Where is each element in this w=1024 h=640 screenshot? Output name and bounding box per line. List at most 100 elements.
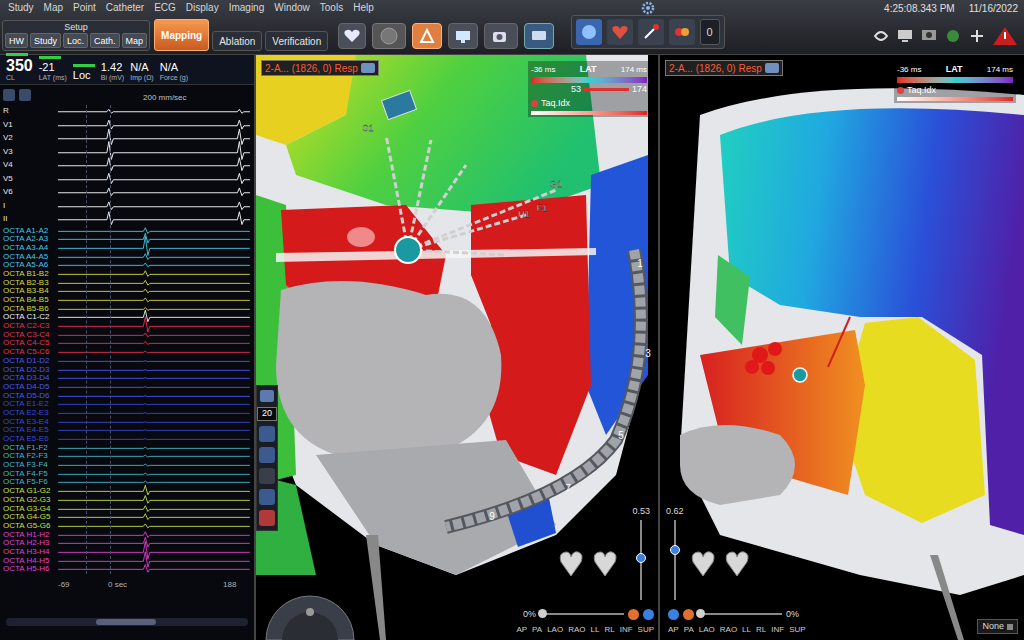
snapshot-icon[interactable]	[259, 489, 275, 505]
view-button[interactable]: LAO	[699, 624, 715, 636]
display-icon[interactable]	[920, 28, 938, 44]
color-dropdown[interactable]: None	[977, 619, 1018, 634]
menu-item[interactable]: Catheter	[106, 0, 144, 15]
menu-item[interactable]: Window	[274, 0, 310, 15]
map-selector[interactable]: 2-A... (1826, 0) Resp	[261, 60, 379, 76]
point-size-box[interactable]: 20	[257, 407, 277, 421]
setup-button[interactable]: Map	[122, 33, 148, 48]
channel-row: OCTA C5-C6	[0, 348, 254, 357]
monitor-icon[interactable]	[448, 23, 478, 49]
catheter-icon[interactable]	[638, 19, 664, 45]
view-button[interactable]: LL	[591, 624, 600, 636]
edit-icon[interactable]	[259, 447, 275, 463]
monitor-icon[interactable]	[896, 28, 914, 44]
view-button[interactable]: SUP	[638, 624, 654, 636]
color-orb-icon[interactable]	[628, 609, 639, 620]
heart-orientation-icon[interactable]	[724, 548, 750, 578]
dropdown-arrow-icon[interactable]	[1007, 624, 1013, 630]
view-button[interactable]: AP	[668, 624, 679, 636]
menu-item[interactable]: Help	[353, 0, 374, 15]
transparency-slider[interactable]: 0%	[668, 608, 799, 622]
transparency-slider[interactable]: 0%	[523, 608, 654, 622]
status-ok-icon[interactable]	[944, 28, 962, 44]
menu-item[interactable]: Map	[44, 0, 63, 15]
points-icon[interactable]	[669, 19, 695, 45]
menu-item[interactable]: Tools	[320, 0, 343, 15]
disabled-icon[interactable]	[372, 23, 406, 49]
heart-map-icon[interactable]	[607, 19, 633, 45]
map-view[interactable]: 2-A... (1826, 0) Resp-36 msLAT174 msTaq.…	[660, 55, 1024, 640]
camera-icon[interactable]	[484, 23, 518, 49]
alert-icon[interactable]	[992, 26, 1018, 46]
heart-map[interactable]	[660, 55, 1024, 640]
color-orb-icon[interactable]	[683, 609, 694, 620]
dropdown-icon[interactable]	[361, 63, 375, 73]
view-button[interactable]: RL	[756, 624, 766, 636]
messages-icon[interactable]	[524, 23, 554, 49]
workflow-tab[interactable]: Verification	[265, 31, 328, 51]
view-button[interactable]: PA	[532, 624, 542, 636]
slider-knob[interactable]	[670, 545, 680, 555]
transparency-knob[interactable]	[538, 609, 547, 618]
setup-button[interactable]: Loc.	[63, 33, 88, 48]
heart-orientation-icon[interactable]	[690, 548, 716, 578]
menu-item[interactable]: Study	[8, 0, 34, 15]
map-selector[interactable]: 2-A... (1826, 0) Resp	[665, 60, 783, 76]
view-button[interactable]: AP	[516, 624, 527, 636]
slider-track[interactable]	[640, 520, 642, 600]
slider-knob[interactable]	[636, 553, 646, 563]
view-button[interactable]: RL	[604, 624, 614, 636]
transparency-track[interactable]	[698, 613, 782, 615]
workflow-tab[interactable]: Ablation	[212, 31, 262, 51]
view-button[interactable]: LL	[742, 624, 751, 636]
navigation-compass[interactable]	[264, 590, 356, 640]
menu-item[interactable]: Imaging	[229, 0, 265, 15]
settings-icon[interactable]	[19, 89, 31, 101]
zoom-icon[interactable]	[3, 89, 15, 101]
reset-orb-icon[interactable]	[668, 609, 679, 620]
view-button[interactable]: INF	[771, 624, 784, 636]
setup-button[interactable]: Study	[30, 33, 61, 48]
setup-button[interactable]: HW	[5, 33, 28, 48]
trace-line	[58, 438, 250, 440]
reset-orb-icon[interactable]	[643, 609, 654, 620]
slider-track[interactable]	[674, 520, 676, 600]
trace-line	[58, 120, 250, 129]
catheter-tool-icon[interactable]	[259, 510, 275, 526]
scroll-thumb[interactable]	[96, 619, 156, 625]
layers-icon[interactable]	[260, 390, 274, 402]
setup-button[interactable]: Cath.	[90, 33, 120, 48]
window-bar	[584, 88, 629, 91]
map-view[interactable]: 13579S1G1H1F12-A... (1826, 0) Resp-36 ms…	[256, 55, 660, 640]
menu-item[interactable]: Point	[73, 0, 96, 15]
heart-orientation-icon[interactable]	[592, 548, 618, 578]
gear-icon[interactable]	[641, 1, 655, 15]
loop-icon[interactable]	[872, 28, 890, 44]
workflow-tab[interactable]: Mapping	[154, 19, 209, 51]
heart-map[interactable]: 13579S1G1H1F1	[256, 55, 656, 640]
disabled-tool-icon[interactable]	[259, 468, 275, 484]
view-button[interactable]: RAO	[568, 624, 585, 636]
map-title: 2-A... (1826, 0) Resp	[669, 61, 762, 76]
scrollbar[interactable]	[6, 618, 248, 626]
menu-item[interactable]: Display	[186, 0, 219, 15]
menu-item[interactable]: ECG	[154, 0, 176, 15]
view-button[interactable]: LAO	[547, 624, 563, 636]
opacity-slider[interactable]: 0.62	[666, 505, 684, 601]
chart-icon[interactable]	[259, 426, 275, 442]
view-button[interactable]: PA	[684, 624, 694, 636]
sphere-icon[interactable]	[576, 19, 602, 45]
dropdown-icon[interactable]	[765, 63, 779, 73]
view-button[interactable]: INF	[620, 624, 633, 636]
trace-line	[58, 538, 250, 548]
view-button[interactable]: RAO	[720, 624, 737, 636]
channel-row: OCTA H5-H6	[0, 565, 254, 574]
transparency-knob[interactable]	[696, 609, 705, 618]
heart-orientation-icon[interactable]	[558, 548, 584, 578]
ablation-icon[interactable]	[412, 23, 442, 49]
transparency-track[interactable]	[540, 613, 624, 615]
heart-add-icon[interactable]	[338, 23, 366, 49]
network-icon[interactable]	[968, 28, 986, 44]
opacity-slider[interactable]: 0.53	[632, 505, 650, 601]
view-button[interactable]: SUP	[789, 624, 805, 636]
